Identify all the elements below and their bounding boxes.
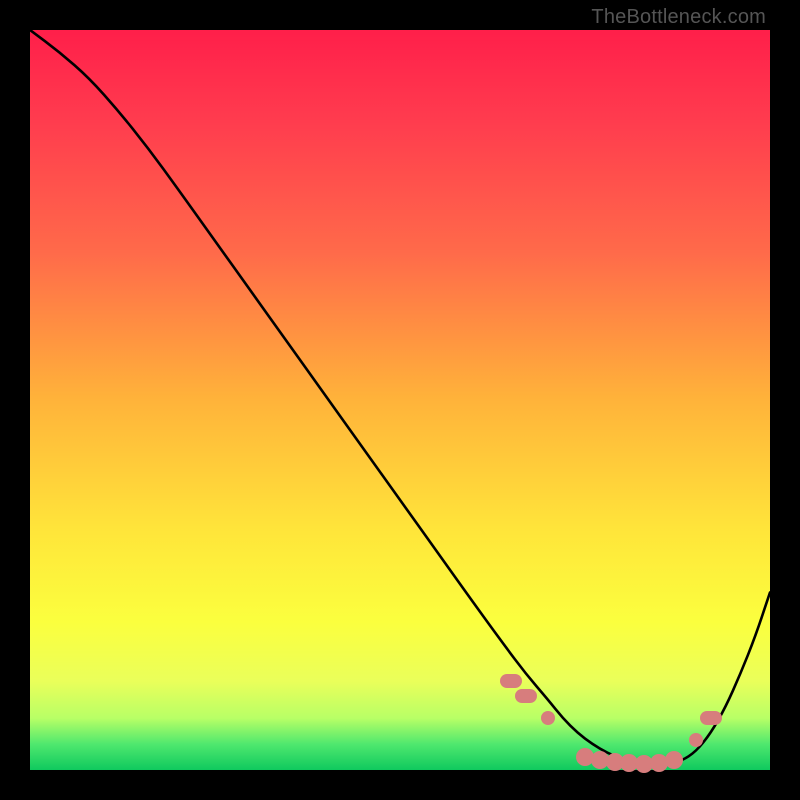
plot-frame (30, 30, 770, 770)
plot-area (30, 30, 770, 770)
attribution-text: TheBottleneck.com (591, 6, 766, 29)
data-marker (515, 689, 537, 703)
data-marker (500, 674, 522, 688)
background-gradient (30, 30, 770, 770)
data-marker (700, 711, 722, 725)
